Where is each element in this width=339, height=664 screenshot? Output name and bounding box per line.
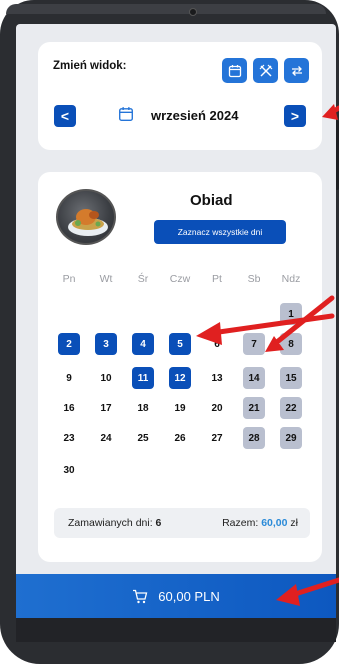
- phone-bottom-bezel: [16, 618, 336, 642]
- day-cell-9[interactable]: 9: [58, 367, 80, 389]
- day-cell-28[interactable]: 28: [243, 427, 265, 449]
- day-cell-14[interactable]: 14: [243, 367, 265, 389]
- day-cell-23[interactable]: 23: [58, 427, 80, 449]
- weekday-label: Ndz: [281, 273, 301, 285]
- calendar-icon: [228, 64, 241, 77]
- weekday-label: Pt: [212, 273, 222, 285]
- day-cell-19[interactable]: 19: [169, 397, 191, 419]
- prev-month-button[interactable]: <: [54, 105, 76, 127]
- day-cell-15[interactable]: 15: [280, 367, 302, 389]
- order-total: Razem: 60,00 zł: [222, 517, 298, 529]
- day-cell-30[interactable]: 30: [58, 459, 80, 481]
- day-cell-25[interactable]: 25: [132, 427, 154, 449]
- day-cell-6[interactable]: 6: [206, 333, 228, 355]
- day-cell-5[interactable]: 5: [169, 333, 191, 355]
- day-cell-20[interactable]: 20: [206, 397, 228, 419]
- cart-icon: [133, 589, 148, 603]
- day-cell-21[interactable]: 21: [243, 397, 265, 419]
- cart-amount: 60,00 PLN: [158, 588, 220, 604]
- meal-card: Obiad Zaznacz wszystkie dni Pn Wt Śr Czw Pt S…: [38, 172, 322, 562]
- camera-icon: [189, 8, 197, 16]
- weekday-label: Sb: [247, 273, 261, 285]
- day-cell-7[interactable]: 7: [243, 333, 265, 355]
- meals-view-button[interactable]: [253, 58, 278, 83]
- weekday-label: Czw: [169, 273, 191, 285]
- cart-button[interactable]: 60,00 PLN: [16, 574, 336, 618]
- day-cell-1[interactable]: 1: [280, 303, 302, 325]
- day-cell-22[interactable]: 22: [280, 397, 302, 419]
- meal-image: [56, 189, 116, 245]
- day-cell-17[interactable]: 17: [95, 397, 117, 419]
- weekday-label: Śr: [137, 273, 149, 285]
- day-cell-13[interactable]: 13: [206, 367, 228, 389]
- order-summary: Zamawianych dni: 6 Razem: 60,00 zł: [54, 508, 310, 538]
- day-cell-4[interactable]: 4: [132, 333, 154, 355]
- select-all-days-button[interactable]: Zaznacz wszystkie dni: [154, 220, 286, 244]
- day-cell-27[interactable]: 27: [206, 427, 228, 449]
- day-cell-29[interactable]: 29: [280, 427, 302, 449]
- next-month-button[interactable]: >: [284, 105, 306, 127]
- day-cell-24[interactable]: 24: [95, 427, 117, 449]
- day-cell-8[interactable]: 8: [280, 333, 302, 355]
- app-screen: Zmień widok: < wrzesień 2024 > Obiad Zaz…: [16, 24, 336, 618]
- day-cell-12[interactable]: 12: [169, 367, 191, 389]
- swap-icon: [291, 65, 302, 76]
- month-label: wrzesień 2024: [151, 108, 239, 123]
- day-cell-26[interactable]: 26: [169, 427, 191, 449]
- view-card: Zmień widok: < wrzesień 2024 >: [38, 42, 322, 150]
- swap-view-button[interactable]: [284, 58, 309, 83]
- weekday-label: Pn: [62, 273, 76, 285]
- utensils-icon: [259, 64, 272, 76]
- meal-title: Obiad: [190, 192, 233, 209]
- view-label: Zmień widok:: [53, 60, 127, 72]
- day-cell-3[interactable]: 3: [95, 333, 117, 355]
- day-cell-18[interactable]: 18: [132, 397, 154, 419]
- day-cell-2[interactable]: 2: [58, 333, 80, 355]
- calendar-icon: [119, 107, 133, 121]
- day-cell-10[interactable]: 10: [95, 367, 117, 389]
- day-cell-11[interactable]: 11: [132, 367, 154, 389]
- calendar-view-button[interactable]: [222, 58, 247, 83]
- ordered-days: Zamawianych dni: 6: [68, 517, 162, 529]
- weekday-label: Wt: [99, 273, 113, 285]
- day-cell-16[interactable]: 16: [58, 397, 80, 419]
